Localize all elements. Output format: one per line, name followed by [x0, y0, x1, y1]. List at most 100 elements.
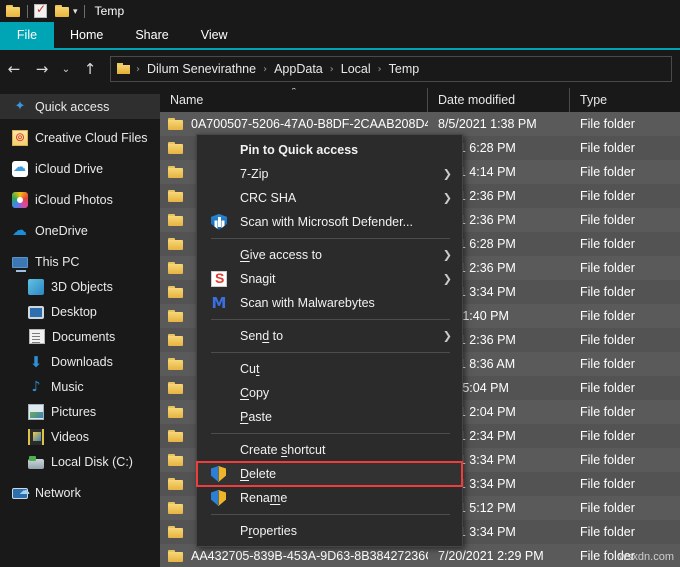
new-folder-icon[interactable] [55, 5, 70, 18]
menu-item-create-shortcut[interactable]: Create shortcut [197, 438, 462, 462]
menu-item-label: Snagit [240, 272, 275, 286]
chevron-right-icon: ❯ [443, 192, 452, 205]
folder-icon [168, 358, 184, 371]
sidebar-item-icloud-photos[interactable]: iCloud Photos [0, 187, 160, 212]
menu-item-pin-to-quick-access[interactable]: Pin to Quick access [197, 138, 462, 162]
sidebar-item-music[interactable]: ♪Music [0, 374, 160, 399]
table-row[interactable]: 0A700507-5206-47A0-B8DF-2CAAB208D4...8/5… [160, 112, 680, 136]
sidebar-item-downloads[interactable]: ⬇Downloads [0, 349, 160, 374]
menu-item-rename[interactable]: Rename [197, 486, 462, 510]
menu-item-properties[interactable]: Properties [197, 519, 462, 543]
chevron-right-icon: ❯ [443, 249, 452, 262]
qat-separator-2 [84, 5, 85, 18]
tab-share[interactable]: Share [119, 22, 184, 48]
menu-item-give-access-to[interactable]: Give access to ❯ [197, 243, 462, 267]
sidebar-item-pictures[interactable]: Pictures [0, 399, 160, 424]
tab-file[interactable]: File [0, 22, 54, 48]
file-explorer-window: ▾ Temp File Home Share View ← → ⌄ ↑ › Di… [0, 0, 680, 567]
this-pc-icon [12, 257, 28, 268]
date-modified-cell: 7/20/2021 2:29 PM [428, 549, 570, 563]
folder-properties-icon[interactable] [6, 5, 21, 18]
table-row[interactable]: AA432705-839B-453A-9D63-8B38427236CA7/20… [160, 544, 680, 567]
menu-separator [211, 352, 450, 353]
menu-item-label: Delete [240, 467, 276, 481]
defender-shield-icon [211, 214, 227, 230]
type-cell: File folder [570, 261, 680, 275]
back-icon[interactable]: ← [0, 55, 28, 83]
type-cell: File folder [570, 381, 680, 395]
customize-dropdown-icon[interactable]: ▾ [73, 6, 78, 17]
column-header-name[interactable]: Name ⌃ [160, 88, 428, 112]
navigation-sidebar[interactable]: ✦Quick access Creative Cloud Files iCloud … [0, 88, 160, 567]
file-name-cell: 0A700507-5206-47A0-B8DF-2CAAB208D4... [160, 117, 428, 131]
sidebar-item-onedrive[interactable]: OneDrive [0, 218, 160, 243]
breadcrumb-separator-1[interactable]: › [262, 64, 268, 75]
title-bar: ▾ Temp [0, 0, 680, 22]
type-cell: File folder [570, 165, 680, 179]
sidebar-item-creative-cloud-files[interactable]: Creative Cloud Files [0, 125, 160, 150]
sidebar-item-label: Local Disk (C:) [51, 455, 133, 469]
onedrive-icon [12, 223, 28, 239]
folder-icon [168, 550, 184, 563]
forward-icon[interactable]: → [28, 55, 56, 83]
menu-item-send-to[interactable]: Send to❯ [197, 324, 462, 348]
menu-item-copy[interactable]: Copy [197, 381, 462, 405]
up-icon[interactable]: ↑ [76, 55, 104, 83]
malwarebytes-icon: M [211, 295, 227, 311]
sidebar-item-3d-objects[interactable]: 3D Objects [0, 274, 160, 299]
sidebar-item-videos[interactable]: Videos [0, 424, 160, 449]
folder-icon [168, 334, 184, 347]
breadcrumb-appdata[interactable]: AppData [270, 61, 327, 77]
menu-item-scan-with-microsoft-defender[interactable]: Scan with Microsoft Defender... [197, 210, 462, 234]
breadcrumb-separator-2[interactable]: › [329, 64, 335, 75]
breadcrumb-temp[interactable]: Temp [385, 61, 424, 77]
column-header-date-modified[interactable]: Date modified [428, 88, 570, 112]
sidebar-item-this-pc[interactable]: This PC [0, 249, 160, 274]
sidebar-item-desktop[interactable]: Desktop [0, 299, 160, 324]
recent-locations-icon[interactable]: ⌄ [56, 55, 76, 83]
sidebar-item-network[interactable]: Network [0, 480, 160, 505]
breadcrumb-local[interactable]: Local [337, 61, 375, 77]
menu-item-label: Give access to [240, 248, 322, 262]
menu-item-7-zip[interactable]: 7-Zip❯ [197, 162, 462, 186]
breadcrumb-user[interactable]: Dilum Senevirathne [143, 61, 260, 77]
chevron-right-icon: ❯ [443, 330, 452, 343]
menu-item-snagit[interactable]: Snagit❯ [197, 267, 462, 291]
tab-view[interactable]: View [185, 22, 244, 48]
sidebar-item-label: Documents [52, 330, 115, 344]
uac-shield-icon [211, 490, 227, 506]
folder-icon [168, 190, 184, 203]
column-header-type[interactable]: Type [570, 88, 680, 112]
sidebar-item-icloud-drive[interactable]: iCloud Drive [0, 156, 160, 181]
sidebar-item-label: Downloads [51, 355, 113, 369]
address-bar[interactable]: › Dilum Senevirathne › AppData › Local ›… [110, 56, 672, 82]
sidebar-item-quick-access[interactable]: ✦Quick access [0, 94, 160, 119]
type-cell: File folder [570, 117, 680, 131]
menu-item-crc-sha[interactable]: CRC SHA❯ [197, 186, 462, 210]
properties-check-icon[interactable] [34, 4, 47, 18]
folder-icon [168, 310, 184, 323]
context-menu[interactable]: Pin to Quick access7-Zip❯CRC SHA❯ Scan wi… [196, 134, 463, 547]
sidebar-item-label: Network [35, 486, 81, 500]
menu-item-label: Paste [240, 410, 272, 424]
sidebar-item-label: iCloud Photos [35, 193, 113, 207]
sidebar-item-label: iCloud Drive [35, 162, 103, 176]
breadcrumb-separator-3[interactable]: › [377, 64, 383, 75]
sidebar-item-local-disk-c[interactable]: Local Disk (C:) [0, 449, 160, 474]
folder-icon [168, 166, 184, 179]
menu-separator [211, 319, 450, 320]
breadcrumb-separator-0[interactable]: › [135, 64, 141, 75]
menu-item-label: Copy [240, 386, 269, 400]
menu-item-paste[interactable]: Paste [197, 405, 462, 429]
menu-item-scan-with-malwarebytes[interactable]: MScan with Malwarebytes [197, 291, 462, 315]
menu-item-cut[interactable]: Cut [197, 357, 462, 381]
menu-item-label: Scan with Microsoft Defender... [240, 215, 413, 229]
sidebar-item-label: Quick access [35, 100, 109, 114]
menu-item-delete[interactable]: Delete [197, 462, 462, 486]
type-cell: File folder [570, 453, 680, 467]
snagit-icon [211, 271, 227, 287]
menu-separator [211, 514, 450, 515]
sidebar-item-label: Desktop [51, 305, 97, 319]
sidebar-item-documents[interactable]: Documents [0, 324, 160, 349]
tab-home[interactable]: Home [54, 22, 119, 48]
